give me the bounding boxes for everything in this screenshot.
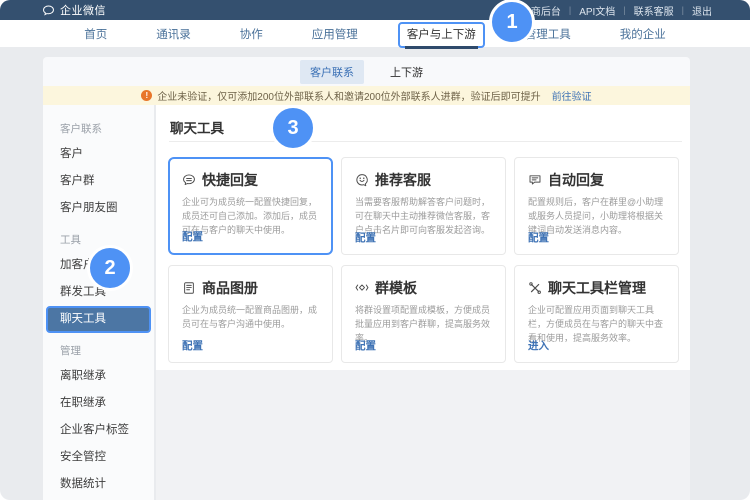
sidebar: 客户联系 客户 客户群 客户朋友圈 工具 加客户 群发工具 聊天工具 管理 离职… bbox=[43, 105, 155, 500]
banner-text: 企业未验证，仅可添加200位外部联系人和邀请200位外部联系人进群，验证后即可提… bbox=[157, 88, 540, 103]
tab-customer-contact[interactable]: 客户联系 bbox=[300, 60, 364, 84]
card-title: 推荐客服 bbox=[375, 170, 431, 190]
app-window: 企业微信 服务商后台 | API文档 | 联系客服 | 退出 首页 通讯录 协作… bbox=[0, 0, 750, 500]
sidebar-item-security-control[interactable]: 安全管控 bbox=[43, 444, 154, 471]
sub-tab-bar: 客户联系 上下游 bbox=[43, 57, 690, 86]
card-product-album: 商品图册 企业为成员统一配置商品图册，成员可在与客户沟通中使用。 配置 bbox=[168, 265, 333, 363]
configure-link[interactable]: 配置 bbox=[182, 338, 203, 353]
card-header: 群模板 bbox=[355, 278, 492, 298]
configure-link[interactable]: 配置 bbox=[182, 229, 203, 244]
sidebar-item-customer-tags[interactable]: 企业客户标签 bbox=[43, 417, 154, 444]
card-chat-toolbar-management: 聊天工具栏管理 企业可配置应用页面到聊天工具栏，方便成员在与客户的聊天中查看和使… bbox=[514, 265, 679, 363]
chat-toolbar-icon bbox=[528, 281, 542, 295]
group-template-icon bbox=[355, 281, 369, 295]
warning-icon: ! bbox=[141, 90, 152, 101]
link-logout[interactable]: 退出 bbox=[692, 3, 712, 18]
verification-banner: ! 企业未验证，仅可添加200位外部联系人和邀请200位外部联系人进群，验证后即… bbox=[43, 86, 690, 105]
auto-reply-icon bbox=[528, 173, 542, 187]
sidebar-item-resigned-inheritance[interactable]: 离职继承 bbox=[43, 363, 154, 390]
card-title: 快捷回复 bbox=[202, 170, 258, 190]
link-api-docs[interactable]: API文档 bbox=[579, 3, 615, 18]
main-nav: 首页 通讯录 协作 应用管理 客户与上下游 管理工具 我的企业 bbox=[0, 20, 750, 47]
card-header: 自动回复 bbox=[528, 170, 665, 190]
wechat-work-bubble-icon bbox=[42, 4, 55, 17]
card-title: 聊天工具栏管理 bbox=[548, 278, 646, 298]
card-title: 商品图册 bbox=[202, 278, 258, 298]
sidebar-item-chat-tools[interactable]: 聊天工具 bbox=[46, 306, 151, 333]
enter-link[interactable]: 进入 bbox=[528, 338, 549, 353]
link-contact-support[interactable]: 联系客服 bbox=[634, 3, 674, 18]
nav-tab-contacts[interactable]: 通讯录 bbox=[156, 26, 191, 42]
nav-tab-collaboration[interactable]: 协作 bbox=[240, 26, 263, 42]
configure-link[interactable]: 配置 bbox=[355, 230, 376, 245]
annotation-step-1: 1 bbox=[489, 0, 535, 45]
nav-tab-customers-updown[interactable]: 客户与上下游 bbox=[407, 26, 476, 42]
card-title: 自动回复 bbox=[548, 170, 604, 190]
main-content: 聊天工具 快捷回复 企业可为成员统一配置快捷回复，成员还可自己添加。添加后，成员… bbox=[156, 105, 690, 500]
card-grid: 快捷回复 企业可为成员统一配置快捷回复，成员还可自己添加。添加后，成员可在与客户… bbox=[168, 157, 679, 363]
card-header: 推荐客服 bbox=[355, 170, 492, 190]
card-description: 企业为成员统一配置商品图册，成员可在与客户沟通中使用。 bbox=[182, 304, 319, 332]
card-quick-reply: 快捷回复 企业可为成员统一配置快捷回复，成员还可自己添加。添加后，成员可在与客户… bbox=[168, 157, 333, 255]
tab-upstream-downstream[interactable]: 上下游 bbox=[380, 60, 433, 84]
card-title: 群模板 bbox=[375, 278, 417, 298]
card-header: 快捷回复 bbox=[182, 170, 319, 190]
annotation-step-2: 2 bbox=[87, 245, 133, 291]
nav-tab-home[interactable]: 首页 bbox=[84, 26, 107, 42]
sidebar-section-customer-contact: 客户联系 bbox=[43, 117, 154, 141]
card-auto-reply: 自动回复 配置规则后，客户在群里@小助理或服务人员提问，小助理将根据关键词自动发… bbox=[514, 157, 679, 255]
separator: | bbox=[682, 5, 684, 15]
go-verify-link[interactable]: 前往验证 bbox=[552, 88, 592, 103]
card-recommend-service: 推荐客服 当需要客服帮助解答客户问题时，可在聊天中主动推荐微信客服，客户点击名片… bbox=[341, 157, 506, 255]
card-header: 聊天工具栏管理 bbox=[528, 278, 665, 298]
sidebar-item-customer-moments[interactable]: 客户朋友圈 bbox=[43, 195, 154, 222]
sidebar-item-data-statistics[interactable]: 数据统计 bbox=[43, 471, 154, 498]
top-links: 服务商后台 | API文档 | 联系客服 | 退出 bbox=[511, 3, 712, 18]
separator: | bbox=[569, 5, 571, 15]
brand-logo[interactable]: 企业微信 bbox=[42, 2, 106, 18]
active-tab-underline bbox=[405, 46, 478, 49]
brand-name: 企业微信 bbox=[60, 2, 106, 18]
sidebar-item-customers[interactable]: 客户 bbox=[43, 141, 154, 168]
title-divider bbox=[169, 141, 682, 142]
nav-tab-app-management[interactable]: 应用管理 bbox=[312, 26, 358, 42]
configure-link[interactable]: 配置 bbox=[528, 230, 549, 245]
annotation-step-3: 3 bbox=[270, 105, 316, 151]
sidebar-item-onjob-inheritance[interactable]: 在职继承 bbox=[43, 390, 154, 417]
separator: | bbox=[623, 5, 625, 15]
card-group-template: 群模板 将群设置项配置成模板，方便成员批量应用到客户群聊，提高服务效率。 配置 bbox=[341, 265, 506, 363]
quick-reply-icon bbox=[182, 173, 196, 187]
recommend-service-icon bbox=[355, 173, 369, 187]
nav-tab-label: 客户与上下游 bbox=[407, 29, 476, 41]
nav-tab-my-company[interactable]: 我的企业 bbox=[620, 26, 666, 42]
sidebar-section-management: 管理 bbox=[43, 339, 154, 363]
product-album-icon bbox=[182, 281, 196, 295]
card-header: 商品图册 bbox=[182, 278, 319, 298]
sidebar-item-customer-groups[interactable]: 客户群 bbox=[43, 168, 154, 195]
configure-link[interactable]: 配置 bbox=[355, 338, 376, 353]
top-bar: 企业微信 服务商后台 | API文档 | 联系客服 | 退出 bbox=[0, 0, 750, 20]
page-title: 聊天工具 bbox=[170, 117, 224, 137]
